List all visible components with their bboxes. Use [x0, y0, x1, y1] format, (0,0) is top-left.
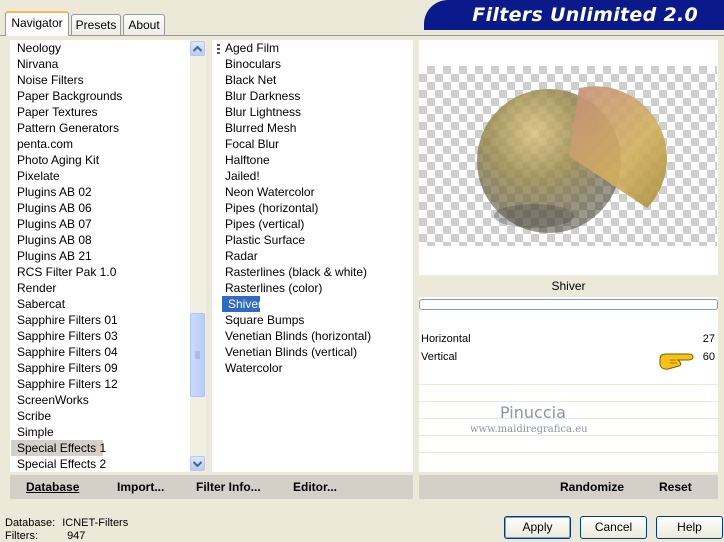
category-item[interactable]: Sapphire Filters 04 [11, 344, 191, 360]
status-filters-value: 947 [67, 530, 86, 542]
filter-item[interactable]: Rasterlines (black & white) [219, 264, 409, 280]
filter-item[interactable]: Binoculars [219, 56, 409, 72]
param-value-horizontal: 27 [702, 333, 715, 345]
category-list[interactable]: Neology Nirvana Noise Filters Paper Backgro… [10, 40, 206, 472]
category-item[interactable]: Plugins AB 07 [11, 216, 191, 232]
filter-item[interactable]: Black Net [219, 72, 409, 88]
category-item[interactable]: RCS Filter Pak 1.0 [11, 264, 191, 280]
category-item[interactable]: Plugins AB 06 [11, 200, 191, 216]
category-item[interactable]: Paper Backgrounds [11, 88, 191, 104]
filter-item[interactable]: Pipes (horizontal) [219, 200, 409, 216]
filter-item[interactable]: Venetian Blinds (horizontal) [219, 328, 409, 344]
category-item[interactable]: Pixelate [11, 168, 191, 184]
filter-item[interactable]: Blurred Mesh [219, 120, 409, 136]
database-button[interactable]: Database [26, 480, 79, 494]
help-button[interactable]: Help [656, 516, 723, 539]
apply-button[interactable]: Apply [504, 516, 571, 539]
filter-item[interactable]: Radar [219, 248, 409, 264]
category-item[interactable]: Pattern Generators [11, 120, 191, 136]
status-database-label: Database: [5, 517, 56, 529]
filter-item[interactable]: Plastic Surface [219, 232, 409, 248]
param-row-horizontal[interactable]: Horizontal 27 [419, 330, 717, 348]
category-items: Neology Nirvana Noise Filters Paper Backgro… [11, 40, 191, 472]
category-item[interactable]: Noise Filters [11, 72, 191, 88]
preview-sphere [477, 86, 668, 233]
scroll-up-button[interactable] [190, 41, 205, 56]
category-item[interactable]: Sabercat [11, 296, 191, 312]
param-label-horizontal: Horizontal [421, 333, 471, 345]
param-value-vertical: 60 [702, 351, 715, 363]
category-item[interactable]: Simple [11, 424, 191, 440]
category-item[interactable]: Plugins AB 02 [11, 184, 191, 200]
category-item[interactable]: Neology [11, 40, 191, 56]
app-title: Filters Unlimited 2.0 [472, 4, 698, 26]
filter-list[interactable]: Aged Film Binoculars Black Net Blur Darknes… [212, 40, 413, 472]
category-item[interactable]: Photo Aging Kit [11, 152, 191, 168]
param-label-vertical: Vertical [421, 351, 458, 363]
category-item[interactable]: Sapphire Filters 09 [11, 360, 191, 376]
category-item[interactable]: Plugins AB 08 [11, 232, 191, 248]
watermark-url: www.maidiregrafica.eu [470, 424, 588, 435]
category-scrollbar[interactable] [190, 40, 206, 472]
filter-item[interactable]: Rasterlines (color) [219, 280, 409, 296]
filter-item[interactable]: Neon Watercolor [219, 184, 409, 200]
status-filters: Filters: 947 [5, 530, 85, 542]
filter-items: Aged Film Binoculars Black Net Blur Darknes… [219, 40, 409, 376]
category-item[interactable]: ScreenWorks [11, 392, 191, 408]
scroll-thumb[interactable] [190, 313, 205, 397]
category-item[interactable]: Special Effects 2 [11, 456, 191, 472]
status-filters-label: Filters: [5, 530, 38, 542]
category-item[interactable]: penta.com [11, 136, 191, 152]
filter-item[interactable]: Square Bumps [219, 312, 409, 328]
filter-info-button[interactable]: Filter Info... [196, 480, 261, 494]
progress-bar [419, 299, 718, 310]
randomize-button[interactable]: Randomize [560, 480, 624, 494]
category-item[interactable]: Sapphire Filters 01 [11, 312, 191, 328]
pointing-hand-icon [659, 353, 694, 370]
filter-name-label: Shiver [419, 275, 718, 297]
tab-navigator[interactable]: Navigator [5, 11, 69, 36]
filter-item[interactable]: Shiver [222, 296, 262, 312]
editor-button[interactable]: Editor... [293, 480, 337, 494]
tab-presets[interactable]: Presets [71, 14, 121, 35]
status-database: Database: ICNET-Filters [5, 517, 128, 529]
filter-item[interactable]: Watercolor [219, 360, 409, 376]
status-database-value: ICNET-Filters [62, 517, 129, 529]
category-item[interactable]: Sapphire Filters 03 [11, 328, 191, 344]
chevron-up-icon [193, 45, 202, 52]
filter-item[interactable]: Pipes (vertical) [219, 216, 409, 232]
left-toolbar: Database Import... Filter Info... Editor… [10, 475, 413, 499]
filter-item[interactable]: Venetian Blinds (vertical) [219, 344, 409, 360]
category-item[interactable]: Render [11, 280, 191, 296]
category-item[interactable]: Sapphire Filters 12 [11, 376, 191, 392]
tab-strip-border [0, 35, 724, 36]
chevron-down-icon [193, 460, 202, 467]
filter-item[interactable]: Aged Film [219, 40, 409, 56]
filter-item[interactable]: Jailed! [219, 168, 409, 184]
category-item[interactable]: Plugins AB 21 [11, 248, 191, 264]
watermark-name: Pinuccia [500, 403, 566, 422]
right-toolbar: Randomize Reset [419, 475, 718, 499]
reset-button[interactable]: Reset [659, 480, 692, 494]
category-item[interactable]: Nirvana [11, 56, 191, 72]
cancel-button[interactable]: Cancel [580, 516, 647, 539]
preview-image [419, 66, 717, 246]
scroll-down-button[interactable] [190, 456, 205, 471]
filter-item[interactable]: Focal Blur [219, 136, 409, 152]
category-item[interactable]: Scribe [11, 408, 191, 424]
filter-item[interactable]: Blur Lightness [219, 104, 409, 120]
param-empty-rows [419, 384, 718, 454]
import-button[interactable]: Import... [117, 480, 164, 494]
tab-about[interactable]: About [123, 14, 165, 35]
filter-item[interactable]: Halftone [219, 152, 409, 168]
title-banner: Filters Unlimited 2.0 [424, 0, 724, 30]
filter-item[interactable]: Blur Darkness [219, 88, 409, 104]
category-item[interactable]: Paper Textures [11, 104, 191, 120]
category-item[interactable]: Special Effects 1 [11, 440, 106, 456]
grip-icon [195, 351, 200, 359]
